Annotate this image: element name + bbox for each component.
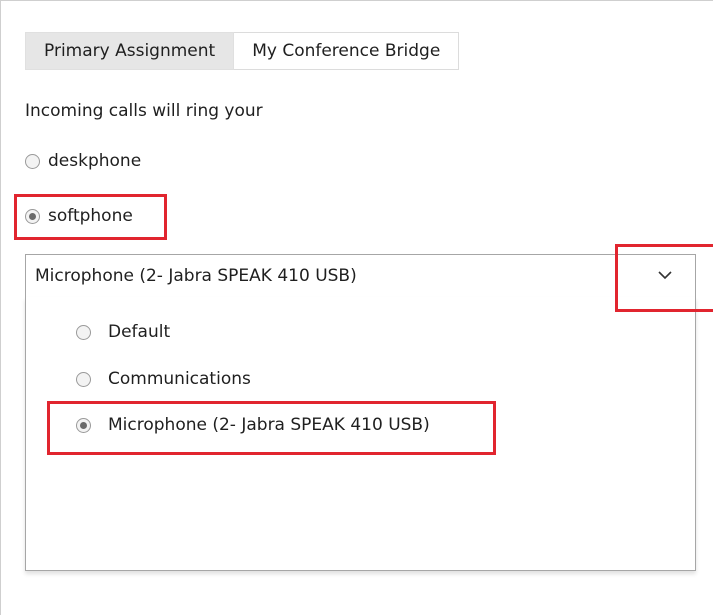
microphone-option-jabra[interactable]: Microphone (2- Jabra SPEAK 410 USB) (76, 415, 430, 435)
softphone-radio[interactable] (25, 208, 40, 224)
softphone-radio-option[interactable]: softphone (25, 206, 133, 226)
tab-label: Primary Assignment (44, 41, 216, 61)
tab-label: My Conference Bridge (252, 41, 441, 61)
call-routing-panel: Primary Assignment My Conference Bridge … (0, 0, 713, 615)
deskphone-radio[interactable] (25, 153, 40, 169)
microphone-dropdown-list: Default Communications Microphone (2- Ja… (25, 297, 696, 571)
microphone-option-communications[interactable]: Communications (76, 369, 251, 389)
microphone-select-value: Microphone (2- Jabra SPEAK 410 USB) (35, 266, 357, 286)
tab-my-conference-bridge[interactable]: My Conference Bridge (234, 32, 460, 70)
option-radio[interactable] (76, 324, 91, 340)
microphone-option-default[interactable]: Default (76, 322, 170, 342)
deskphone-radio-option[interactable]: deskphone (25, 151, 141, 171)
tab-primary-assignment[interactable]: Primary Assignment (25, 32, 235, 70)
ring-prompt-label: Incoming calls will ring your (25, 101, 263, 121)
chevron-down-icon[interactable] (657, 268, 673, 282)
microphone-select[interactable]: Microphone (2- Jabra SPEAK 410 USB) (25, 254, 696, 298)
deskphone-label: deskphone (48, 151, 142, 171)
option-label: Microphone (2- Jabra SPEAK 410 USB) (108, 415, 430, 435)
option-radio[interactable] (76, 371, 91, 387)
softphone-label: softphone (48, 206, 133, 226)
option-label: Communications (108, 369, 251, 389)
tab-bar: Primary Assignment My Conference Bridge (25, 32, 460, 72)
option-label: Default (108, 322, 171, 342)
option-radio[interactable] (76, 417, 91, 433)
